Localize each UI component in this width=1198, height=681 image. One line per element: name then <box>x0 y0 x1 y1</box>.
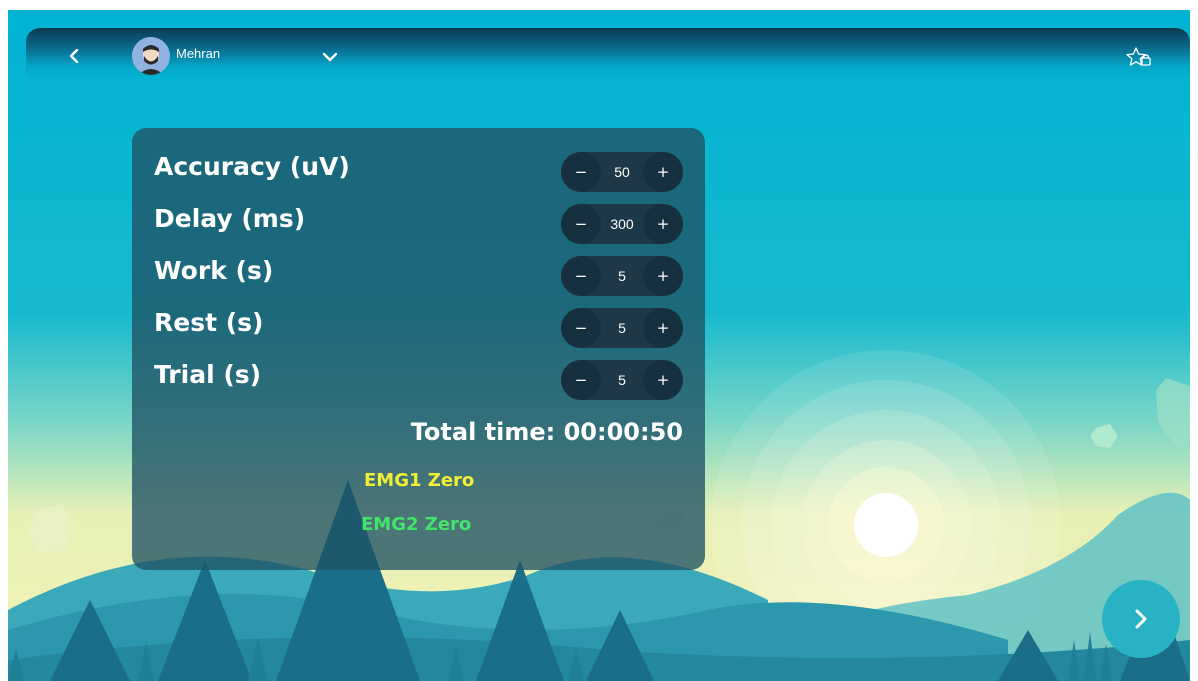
accuracy-label: Accuracy (uV) <box>154 152 350 181</box>
next-button[interactable] <box>1102 580 1180 658</box>
rest-stepper: − 5 + <box>561 308 683 348</box>
rest-label: Rest (s) <box>154 308 264 337</box>
accuracy-increment-button[interactable]: + <box>643 152 683 192</box>
accuracy-stepper: − 50 + <box>561 152 683 192</box>
delay-increment-button[interactable]: + <box>643 204 683 244</box>
trial-stepper: − 5 + <box>561 360 683 400</box>
trial-decrement-button[interactable]: − <box>561 360 601 400</box>
emg2-zero-status: EMG2 Zero <box>361 514 472 535</box>
work-stepper: − 5 + <box>561 256 683 296</box>
accuracy-value: 50 <box>614 164 630 180</box>
sun <box>854 493 918 557</box>
chevron-left-icon <box>69 49 79 63</box>
trial-value: 5 <box>618 372 626 388</box>
delay-value: 300 <box>610 216 634 232</box>
work-decrement-button[interactable]: − <box>561 256 601 296</box>
delay-decrement-button[interactable]: − <box>561 204 601 244</box>
rest-increment-button[interactable]: + <box>643 308 683 348</box>
rest-decrement-button[interactable]: − <box>561 308 601 348</box>
chevron-right-icon <box>1135 609 1147 629</box>
work-label: Work (s) <box>154 256 274 285</box>
delay-label: Delay (ms) <box>154 204 306 233</box>
accuracy-decrement-button[interactable]: − <box>561 152 601 192</box>
favorites-button[interactable] <box>1125 46 1155 70</box>
trial-increment-button[interactable]: + <box>643 360 683 400</box>
app-screen: Mehran Accuracy (uV) − 50 + Delay (ms) −… <box>8 10 1190 681</box>
emg1-zero-status: EMG1 Zero <box>364 470 475 491</box>
avatar-icon <box>132 37 170 75</box>
trial-label: Trial (s) <box>154 360 262 389</box>
work-value: 5 <box>618 268 626 284</box>
user-name: Mehran <box>176 46 221 61</box>
chevron-down-icon <box>322 52 338 62</box>
user-dropdown-toggle[interactable] <box>320 47 340 67</box>
star-lock-icon <box>1126 47 1151 66</box>
total-time: Total time: 00:00:50 <box>410 418 683 446</box>
work-increment-button[interactable]: + <box>643 256 683 296</box>
rest-value: 5 <box>618 320 626 336</box>
back-button[interactable] <box>66 46 82 66</box>
delay-stepper: − 300 + <box>561 204 683 244</box>
user-avatar[interactable] <box>132 37 170 75</box>
settings-panel: Accuracy (uV) − 50 + Delay (ms) − 300 + … <box>132 128 705 570</box>
